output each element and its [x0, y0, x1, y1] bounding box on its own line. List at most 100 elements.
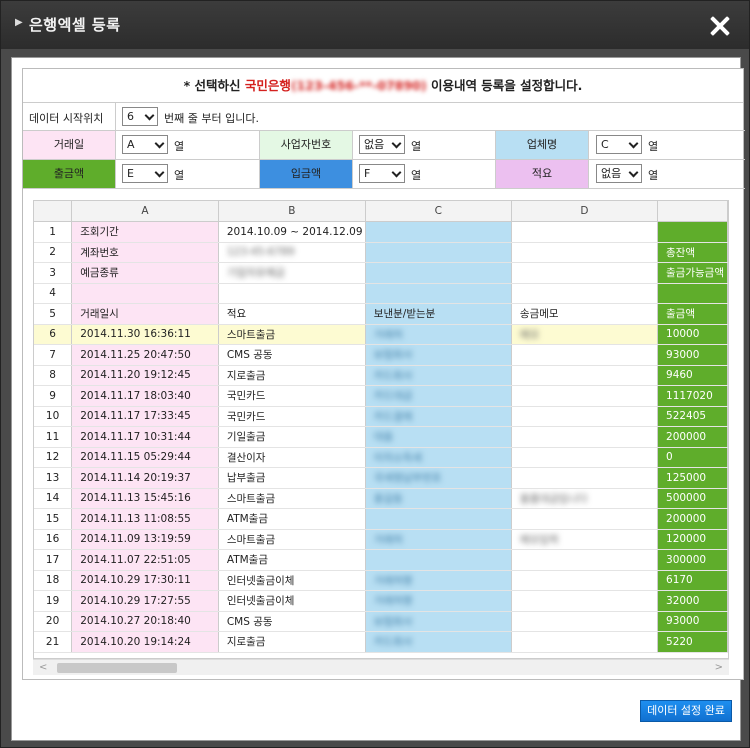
table-cell [511, 508, 659, 530]
table-row: 1 조회기간 2014.10.09 ~ 2014.12.09 [34, 221, 728, 243]
cell-text: 4 [49, 287, 56, 300]
cell-text: 계좌번호 [80, 246, 119, 259]
cell-text: 123-45-6789 [226, 246, 295, 259]
cell-text: 거래처명 [373, 595, 413, 608]
table-cell [365, 262, 512, 284]
table-cell: 인터넷출금이체 [218, 570, 366, 591]
cell-text: ATM출금 [226, 554, 268, 567]
table-cell: 1117020 [657, 385, 728, 407]
cell-text: 기일출금 [226, 431, 266, 444]
table-row: 14 2014.11.13 15:45:16 스마트출금 홍길동 물품대금입니다 5000… [34, 488, 728, 509]
dialog-title: 은행엑셀 등록 [29, 16, 121, 34]
table-cell: 2014.10.29 17:30:11 [71, 570, 219, 591]
mapping-label-withdrawal: 출금액 [23, 160, 115, 188]
column-header: D [511, 201, 659, 222]
table-cell: 10000 [657, 324, 728, 345]
cell-text: 국민카드 [226, 390, 266, 403]
table-cell: 16 [34, 529, 73, 550]
table-cell: 국민카드 [218, 406, 366, 427]
start-row-value: 6 [127, 110, 134, 123]
table-cell: 522405 [657, 406, 728, 427]
table-row: 2 계좌번호 123-45-6789 총잔액 [34, 242, 728, 263]
table-cell: 홍길동 [365, 488, 512, 509]
data-setting-complete-button[interactable]: 데이터 설정 완료 [640, 700, 732, 722]
column-header: B [218, 201, 366, 222]
deposit-column-select[interactable]: F [359, 164, 405, 183]
chevron-down-icon [393, 142, 401, 147]
table-row: 21 2014.10.20 19:14:24 지로출금 카드회사 5220 [34, 631, 728, 653]
cell-text: 32000 [666, 594, 700, 607]
table-cell: 거래일시 [71, 303, 219, 325]
cell-text: 결산이자 [226, 451, 266, 464]
table-cell: 기업자유예금 [218, 262, 366, 284]
table-row: 12 2014.11.15 05:29:44 결산이자 이자소득세 0 [34, 447, 728, 468]
table-row: 6 2014.11.30 16:36:11 스마트출금 거래처 메모 10000 [34, 324, 728, 345]
column-unit-label: 열 [411, 140, 422, 153]
scroll-left-icon[interactable]: < [39, 662, 47, 673]
table-cell: 2 [34, 242, 73, 263]
preview-table: A B C D 1 조회기간 2014.10.09 ~ 2014.12.09 2 계좌번… [34, 201, 728, 653]
cell-text: 14 [45, 492, 60, 505]
table-cell: 이자소득세 [365, 447, 512, 468]
mapping-label-memo: 적요 [496, 160, 588, 188]
table-cell: 기일출금 [218, 426, 366, 448]
cell-text: 적요 [226, 308, 247, 321]
table-cell: CMS 공동 [218, 611, 366, 632]
table-cell: 납부출금 [218, 467, 366, 489]
date-column-select[interactable]: A [122, 135, 168, 154]
table-cell: 1 [34, 221, 73, 243]
start-row-select[interactable]: 6 [122, 107, 158, 126]
cell-text: 메모입력 [519, 533, 559, 546]
cell-text: 국세청납부번호 [373, 472, 442, 485]
table-cell: 지로출금 [218, 631, 366, 653]
table-row: 17 2014.11.07 22:51:05 ATM출금 300000 [34, 549, 728, 571]
table-cell: 4 [34, 283, 73, 304]
table-cell: 총잔액 [657, 242, 728, 263]
cell-text: 지로출금 [226, 636, 266, 649]
table-row: 9 2014.11.17 18:03:40 국민카드 카드대금 1117020 [34, 385, 728, 407]
start-position-label: 데이터 시작위치 [29, 112, 104, 125]
scroll-thumb[interactable] [57, 663, 177, 673]
cell-text: 대출 [373, 431, 394, 444]
mapping-label-text: 입금액 [290, 167, 322, 180]
bizno-column-select[interactable]: 없음 [359, 135, 405, 154]
table-cell: 200000 [657, 426, 728, 448]
table-cell: ATM출금 [218, 549, 366, 571]
cell-text: 카드결제 [373, 410, 413, 423]
cell-text: 300000 [666, 553, 707, 566]
table-cell: 300000 [657, 549, 728, 571]
cell-text: 지로출금 [226, 369, 266, 382]
table-cell [365, 242, 512, 263]
withdrawal-column-select[interactable]: E [122, 164, 168, 183]
cell-text: 16 [45, 533, 60, 546]
scroll-right-icon[interactable]: > [715, 662, 723, 673]
cell-text: 5220 [666, 635, 693, 648]
table-cell: 보험회사 [365, 344, 512, 366]
table-cell: 보험회사 [365, 611, 512, 632]
table-cell: 500000 [657, 488, 728, 509]
column-unit-label: 열 [174, 169, 185, 182]
table-row: 18 2014.10.29 17:30:11 인터넷출금이체 거래처명 6170 [34, 570, 728, 591]
select-value: 없음 [364, 138, 385, 151]
cell-text: 2014.10.29 17:30:11 [80, 574, 191, 587]
close-icon[interactable] [709, 15, 731, 37]
table-cell: 스마트출금 [218, 529, 366, 550]
table-cell: 2014.11.30 16:36:11 [71, 324, 219, 345]
horizontal-scrollbar[interactable]: < > [33, 659, 729, 675]
select-value: F [364, 167, 371, 180]
table-cell: 15 [34, 508, 73, 530]
table-cell: 국세청납부번호 [365, 467, 512, 489]
chevron-down-icon [156, 142, 164, 147]
company-column-select[interactable]: C [596, 135, 642, 154]
mapping-row-2: 출금액 E 열 입금액 F 열 적요 없음 열 [23, 160, 745, 189]
table-cell: 메모 [511, 324, 659, 345]
cell-text: 200000 [666, 512, 707, 525]
memo-column-select[interactable]: 없음 [596, 164, 642, 183]
table-cell: 11 [34, 426, 73, 448]
table-cell: 6 [34, 324, 73, 345]
table-cell: 스마트출금 [218, 324, 366, 345]
cell-text: 이자소득세 [373, 451, 423, 464]
cell-text: 120000 [666, 533, 707, 546]
cell-text: 13 [45, 471, 60, 484]
table-cell: 125000 [657, 467, 728, 489]
